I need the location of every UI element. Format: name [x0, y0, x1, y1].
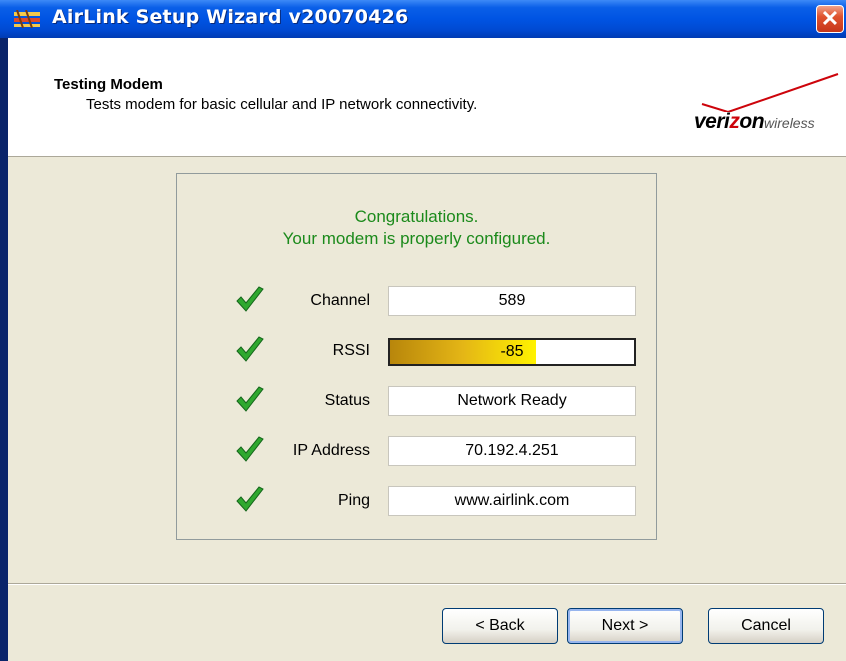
channel-value: 589	[388, 286, 636, 316]
row-status: Status Network Ready	[177, 386, 656, 418]
logo-swoosh	[701, 73, 839, 114]
rssi-value: -85	[500, 343, 524, 360]
next-button[interactable]: Next >	[567, 608, 683, 644]
test-results-panel: Congratulations. Your modem is properly …	[176, 173, 657, 540]
row-ip-address: IP Address 70.192.4.251	[177, 436, 656, 468]
wizard-header: Testing Modem Tests modem for basic cell…	[8, 38, 846, 157]
window-title: AirLink Setup Wizard v20070426	[52, 6, 409, 28]
back-button[interactable]: < Back	[442, 608, 558, 644]
ping-label: Ping	[337, 492, 370, 509]
cancel-button[interactable]: Cancel	[708, 608, 824, 644]
check-icon	[236, 286, 264, 312]
status-value: Network Ready	[388, 386, 636, 416]
page-title: Testing Modem	[54, 76, 163, 93]
check-icon	[236, 436, 264, 462]
page-subtitle: Tests modem for basic cellular and IP ne…	[86, 96, 478, 113]
rssi-label: RSSI	[332, 342, 370, 359]
footer-divider	[8, 583, 846, 585]
check-icon	[236, 336, 264, 362]
status-label: Status	[324, 392, 370, 409]
close-button[interactable]: ✕	[816, 5, 844, 33]
check-icon	[236, 386, 264, 412]
app-icon	[14, 10, 40, 28]
ip-address-value: 70.192.4.251	[388, 436, 636, 466]
rssi-meter: -85	[388, 338, 636, 366]
close-icon: ✕	[820, 6, 840, 31]
row-channel: Channel 589	[177, 286, 656, 318]
congratulations-message: Congratulations. Your modem is properly …	[177, 206, 656, 250]
title-bar[interactable]: AirLink Setup Wizard v20070426 ✕	[0, 0, 846, 38]
verizon-wireless-logo: verizonwireless	[688, 68, 846, 138]
message-line-1: Congratulations.	[354, 207, 479, 226]
ping-value: www.airlink.com	[388, 486, 636, 516]
row-rssi: RSSI -85	[177, 336, 656, 368]
message-line-2: Your modem is properly configured.	[282, 229, 551, 248]
wizard-window: AirLink Setup Wizard v20070426 ✕ Testing…	[0, 0, 846, 661]
ip-address-label: IP Address	[292, 442, 370, 459]
channel-label: Channel	[310, 292, 370, 309]
wizard-body: Testing Modem Tests modem for basic cell…	[8, 38, 846, 661]
check-icon	[236, 486, 264, 512]
row-ping: Ping www.airlink.com	[177, 486, 656, 518]
